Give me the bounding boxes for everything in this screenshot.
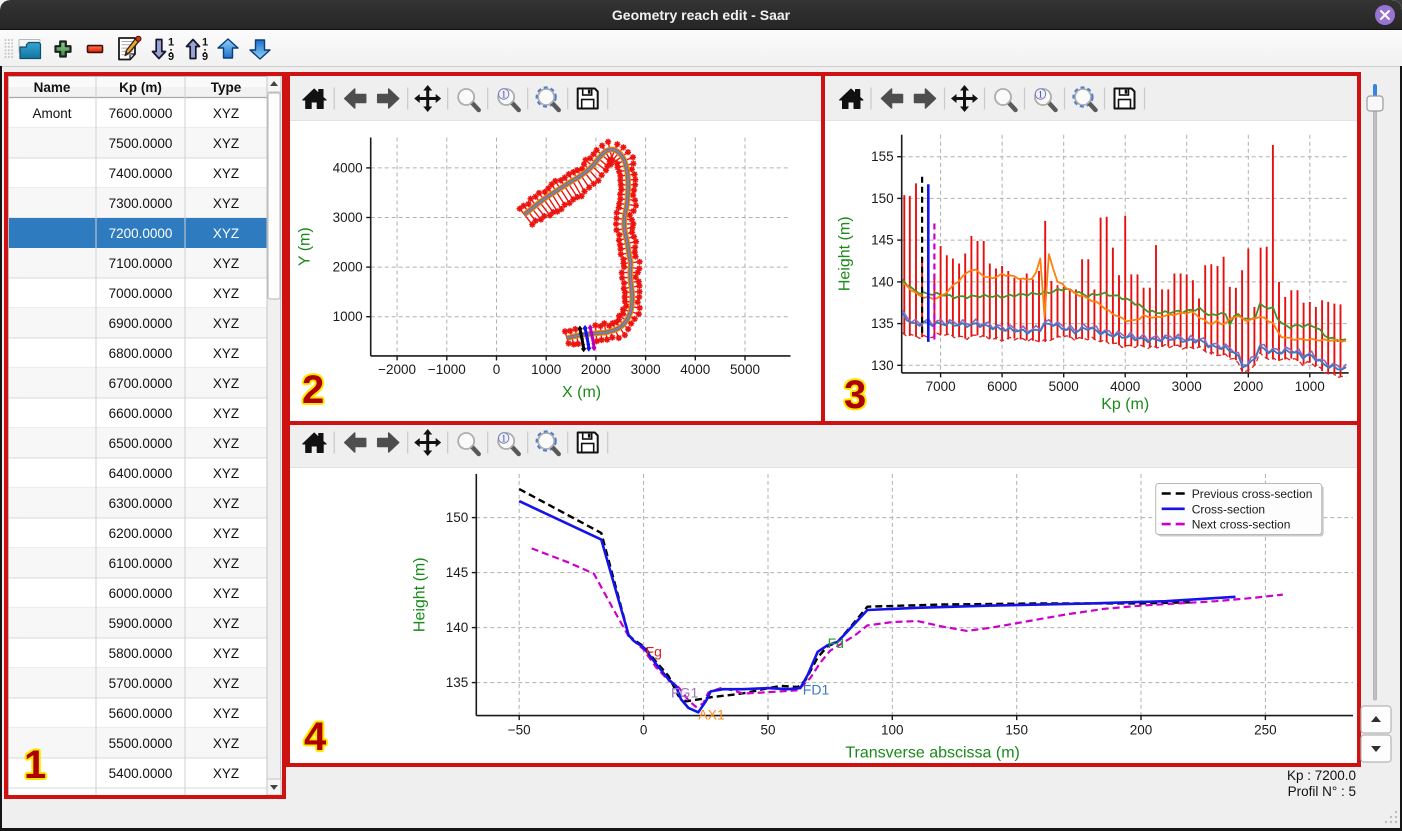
svg-text:1: 1: [202, 37, 208, 49]
svg-text:1: 1: [168, 37, 174, 49]
svg-text:9: 9: [168, 51, 174, 63]
svg-text:9: 9: [202, 51, 208, 63]
